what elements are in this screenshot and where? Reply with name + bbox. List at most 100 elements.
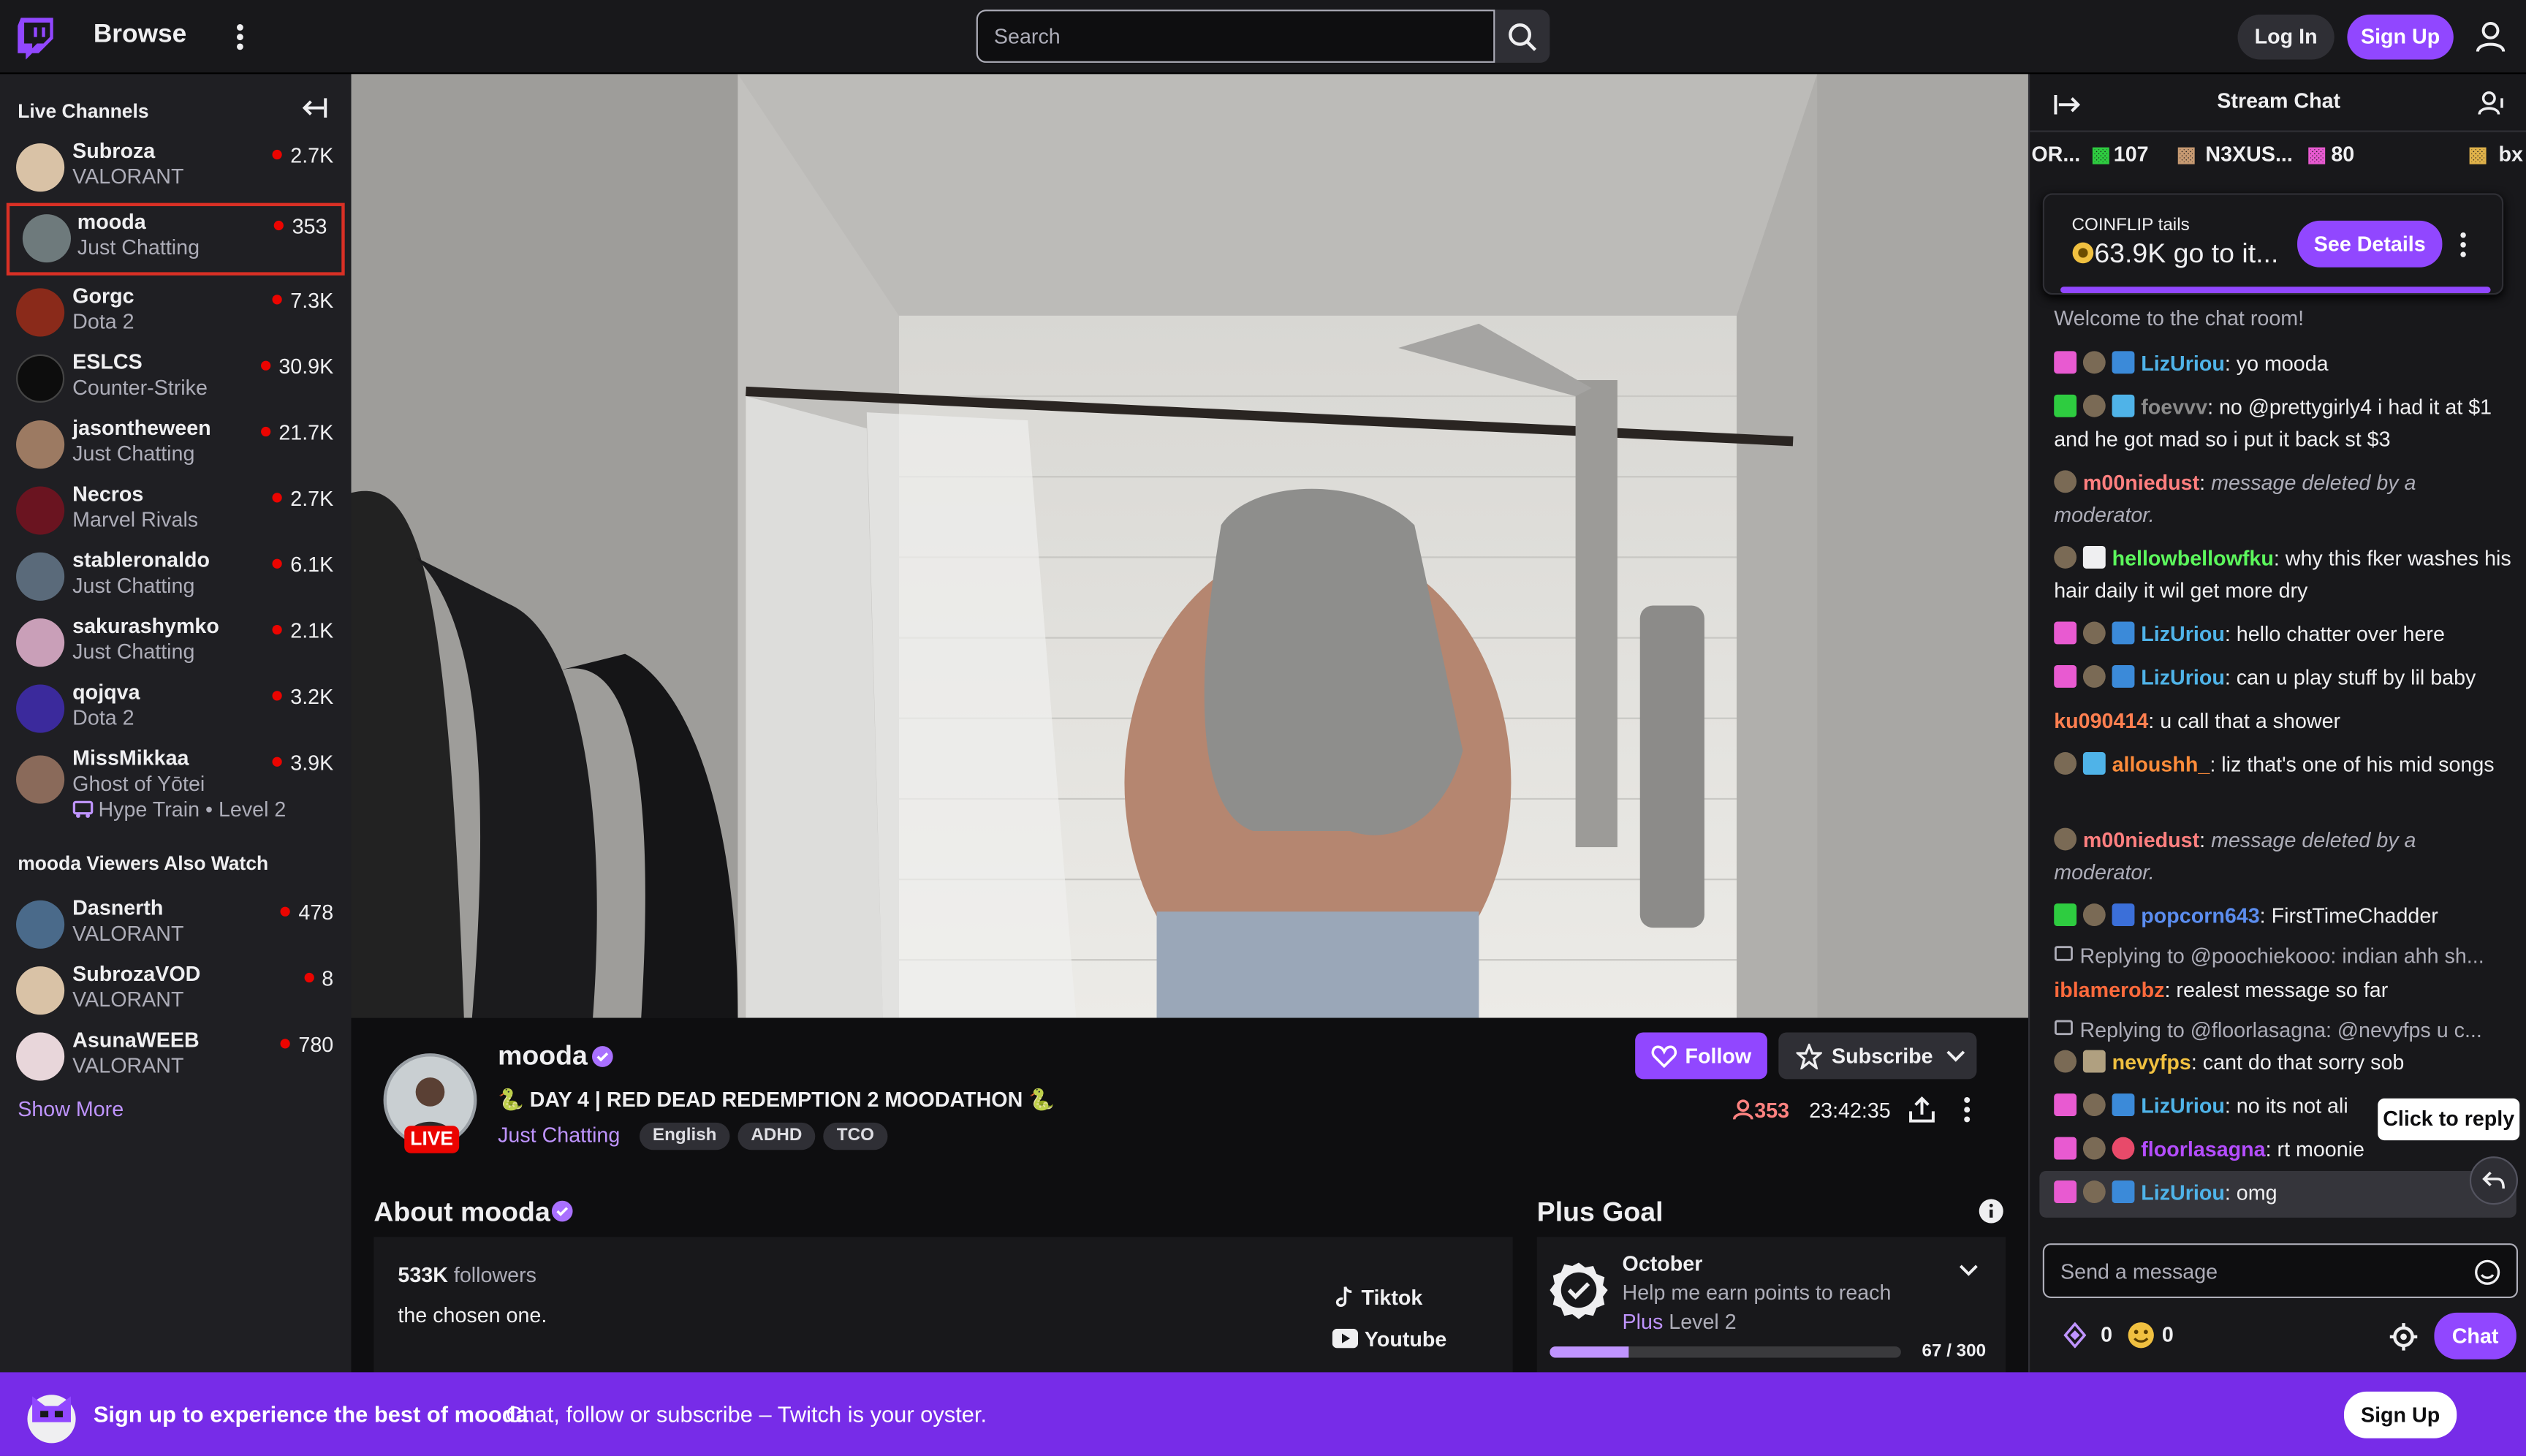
chat-message[interactable]: nevyfps: cant do that sorry sob (2054, 1047, 2513, 1079)
follow-button[interactable]: Follow (1635, 1032, 1767, 1080)
reply-context: Replying to @floorlasagna: @nevyfps u c.… (2054, 1018, 2482, 1042)
prediction-value: 63.9K go to it... (2071, 238, 2278, 270)
top-nav: Browse Search Log In Sign Up (0, 0, 2526, 75)
more-options-icon[interactable] (1956, 1095, 1979, 1124)
video-player[interactable] (351, 74, 2028, 1018)
subscribe-label: Subscribe (1832, 1043, 1933, 1068)
user-badge-icon (2082, 394, 2106, 417)
sidebar-channel-mooda[interactable]: mooda Just Chatting 353 (6, 202, 345, 276)
chat-message[interactable]: hellowbellowfku: why this fker washes hi… (2054, 543, 2513, 607)
chat-message[interactable]: m00niedust: message deleted by a moderat… (2054, 824, 2513, 889)
channel-game: Dota 2 (72, 309, 134, 334)
user-badge-icon (2054, 827, 2077, 851)
chat-header: Stream Chat (2030, 74, 2526, 132)
search-input[interactable]: Search (976, 10, 1495, 63)
sidebar-channel-sakurashymko[interactable]: sakurashymko Just Chatting 2.1K (0, 610, 351, 675)
chat-message[interactable]: LizUriou: hello chatter over here (2054, 618, 2513, 651)
subscribe-button[interactable]: Subscribe (1778, 1032, 1977, 1080)
gift-leader-name: bx (2498, 141, 2523, 166)
sidebar-channel-stableronaldo[interactable]: stableronaldo Just Chatting 6.1K (0, 545, 351, 609)
twitch-logo-icon[interactable] (16, 18, 55, 60)
viewer-count: 8 (304, 966, 333, 990)
user-badge-icon (2082, 903, 2106, 927)
also-watch-heading: mooda Viewers Also Watch (18, 852, 269, 875)
social-link-tiktok[interactable]: Tiktok (1332, 1285, 1422, 1309)
sidebar-channel-jasontheween[interactable]: jasontheween Just Chatting 21.7K (0, 412, 351, 477)
bits-icon[interactable] (2063, 1322, 2087, 1349)
viewer-count: 2.7K (273, 143, 333, 167)
channel-game: VALORANT (72, 921, 184, 946)
channel-points-icon[interactable] (2126, 1321, 2155, 1350)
collapse-sidebar-icon[interactable] (300, 94, 329, 123)
chat-message[interactable]: alloushh_: liz that's one of his mid son… (2054, 749, 2513, 781)
tag-tco[interactable]: TCO (823, 1122, 888, 1150)
see-details-button[interactable]: See Details (2297, 220, 2443, 268)
sidebar-channel-eslcs[interactable]: ESLCS Counter-Strike 30.9K (0, 346, 351, 411)
channel-game: VALORANT (72, 164, 184, 189)
channel-game: Ghost of Yōtei (72, 771, 205, 796)
subscriber-badge-icon (2054, 665, 2077, 688)
reply-button[interactable] (2469, 1156, 2519, 1205)
chat-message[interactable]: LizUriou: omg (2054, 1178, 2513, 1210)
sidebar-channel-gorgc[interactable]: Gorgc Dota 2 7.3K (0, 280, 351, 344)
banner-signup-button[interactable]: Sign Up (2343, 1391, 2457, 1438)
user-badge-icon (2054, 470, 2077, 493)
sidebar-channel-necros[interactable]: Necros Marvel Rivals 2.7K (0, 478, 351, 542)
avatar (16, 552, 65, 601)
chat-message-input[interactable]: Send a message (2042, 1243, 2519, 1299)
more-options-icon[interactable] (2455, 230, 2471, 259)
chat-message[interactable]: iblamerobz: realest message so far (2054, 974, 2513, 1006)
chat-message[interactable]: ku090414: u call that a shower (2054, 705, 2513, 738)
more-menu-icon[interactable] (226, 19, 255, 54)
sidebar-channel-subrozavod[interactable]: SubrozaVOD VALORANT 8 (0, 958, 351, 1023)
search-button[interactable] (1495, 10, 1550, 63)
viewer-count: 30.9K (261, 354, 333, 379)
sidebar-channel-asunaweeb[interactable]: AsunaWEEB VALORANT 780 (0, 1024, 351, 1088)
emote-picker-icon[interactable] (2474, 1259, 2500, 1285)
verified-icon (551, 1200, 573, 1222)
user-badge-icon (2054, 545, 2077, 569)
live-viewer-count: 353 (1732, 1099, 1789, 1123)
sidebar-channel-dasnerth[interactable]: Dasnerth VALORANT 478 (0, 892, 351, 957)
gift-icon: ▩ (2090, 141, 2112, 166)
community-icon[interactable] (2478, 88, 2507, 118)
gift-leader-count: 80 (2331, 141, 2355, 166)
chat-message[interactable]: m00niedust: message deleted by a moderat… (2054, 467, 2513, 531)
avatar (16, 143, 65, 192)
channel-name: Dasnerth (72, 895, 164, 920)
stream-title: 🐍 DAY 4 | RED DEAD REDEMPTION 2 MOODATHO… (498, 1087, 1055, 1112)
channel-name: AsunaWEEB (72, 1027, 200, 1052)
chat-message[interactable]: popcorn643: FirstTimeChadder (2054, 900, 2513, 933)
signup-button[interactable]: Sign Up (2347, 14, 2454, 60)
stream-category-link[interactable]: Just Chatting (498, 1123, 620, 1147)
chat-message[interactable]: foevvv: no @prettygirly4 i had it at $1 … (2054, 391, 2513, 455)
sidebar-channel-subroza[interactable]: Subroza VALORANT 2.7K (0, 135, 351, 200)
gear-icon[interactable] (2389, 1322, 2419, 1351)
chat-send-button[interactable]: Chat (2434, 1312, 2516, 1360)
sidebar-channel-qojqva[interactable]: qojqva Dota 2 3.2K (0, 676, 351, 740)
stream-chat: Stream Chat OR... ▩ 107 ▩ N3XUS... ▩ 80 … (2028, 74, 2526, 1373)
social-link-youtube[interactable]: Youtube (1332, 1327, 1446, 1351)
user-badge-icon (2082, 1050, 2106, 1073)
chat-message[interactable]: LizUriou: can u play stuff by lil baby (2054, 662, 2513, 694)
chevron-down-icon[interactable] (1959, 1264, 1978, 1278)
avatar (16, 420, 65, 469)
viewer-count: 7.3K (273, 288, 333, 312)
share-icon[interactable] (1908, 1095, 1937, 1124)
user-icon[interactable] (2473, 19, 2508, 54)
login-button[interactable]: Log In (2237, 14, 2335, 60)
info-icon[interactable] (1979, 1198, 2004, 1224)
followers-count: 533K followers (398, 1262, 536, 1287)
browse-link[interactable]: Browse (94, 21, 186, 50)
viewer-count: 3.9K (273, 751, 333, 775)
streamer-name[interactable]: mooda (498, 1040, 588, 1072)
hype-train-text: Hype Train • Level 2 (98, 797, 287, 822)
gift-badge-icon (2112, 394, 2135, 417)
tag-english[interactable]: English (640, 1122, 730, 1150)
show-more-link[interactable]: Show More (18, 1097, 124, 1121)
chat-message[interactable]: LizUriou: yo mooda (2054, 348, 2513, 380)
gift-leaderboard[interactable]: OR... ▩ 107 ▩ N3XUS... ▩ 80 ▩ bx (2030, 132, 2526, 181)
channel-game: Marvel Rivals (72, 507, 199, 532)
viewer-count-value: 353 (1754, 1098, 1790, 1123)
tag-adhd[interactable]: ADHD (737, 1122, 816, 1150)
